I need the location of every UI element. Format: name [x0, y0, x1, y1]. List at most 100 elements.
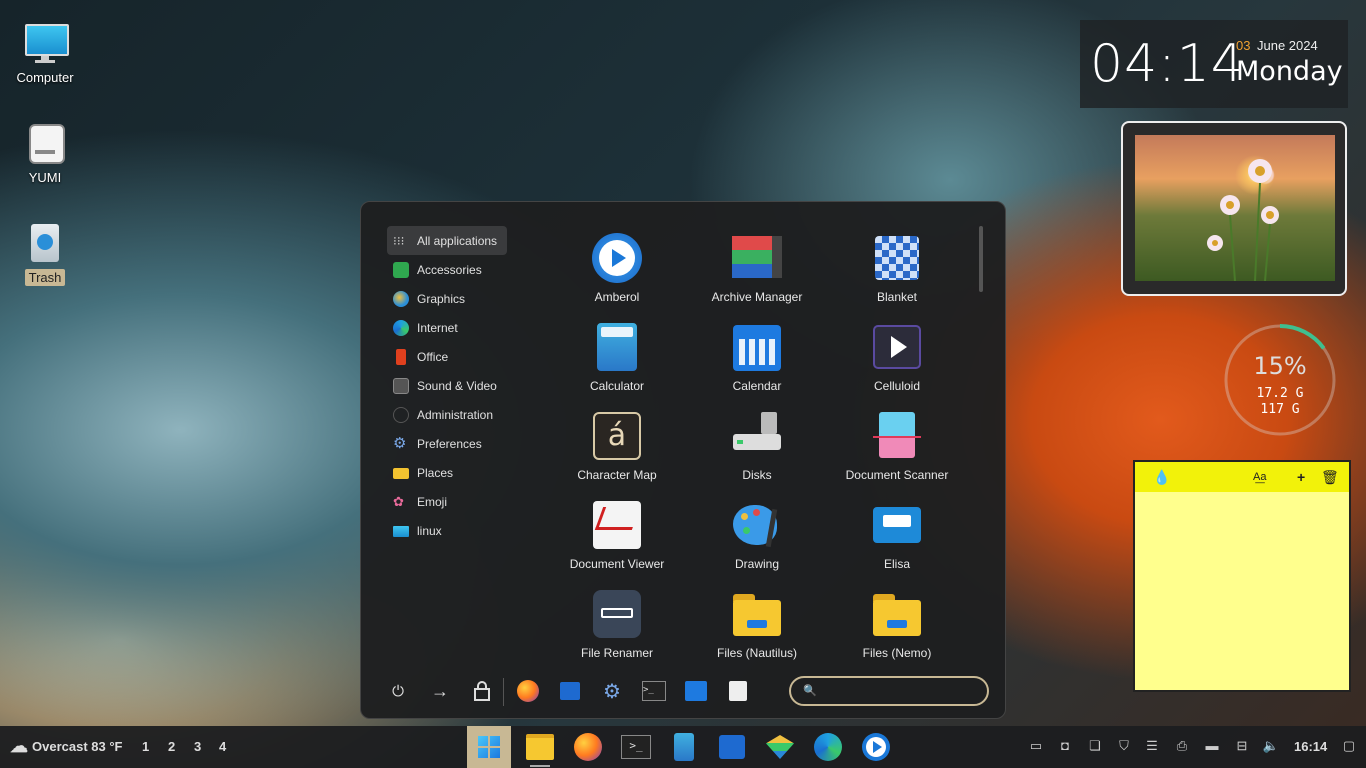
printer-icon[interactable]: ⎙ [1173, 738, 1191, 756]
app-elisa[interactable]: Elisa [827, 499, 967, 571]
taskbar-calculator[interactable] [662, 726, 706, 768]
color-drop-icon[interactable]: 💧 [1153, 469, 1170, 486]
app-drawing[interactable]: Drawing [687, 499, 827, 571]
network-icon[interactable]: ⊟ [1233, 738, 1251, 756]
volume-icon[interactable]: 🔈 [1262, 738, 1280, 756]
terminal-icon[interactable]: >_ [641, 678, 667, 704]
app-files-nemo[interactable]: Files (Nemo) [827, 588, 967, 660]
font-size-icon[interactable]: A͟a [1253, 471, 1266, 483]
disk-usage-gauge: 15% 17.2 G 117 G [1222, 322, 1338, 438]
app-file-renamer[interactable]: File Renamer [547, 588, 687, 660]
app-calendar[interactable]: Calendar [687, 321, 827, 393]
category-label: linux [417, 523, 442, 538]
app-label: Calendar [732, 379, 782, 393]
app-files-nautilus[interactable]: Files (Nautilus) [687, 588, 827, 660]
administration-icon [393, 406, 409, 423]
app-calculator[interactable]: Calculator [547, 321, 687, 393]
taskbar-edge[interactable] [806, 726, 850, 768]
sticky-note-body[interactable] [1135, 492, 1349, 690]
app-archive-manager[interactable]: Archive Manager [687, 232, 827, 304]
application-menu: ⁝⁝⁝ All applications Accessories Graphic… [360, 201, 1006, 719]
app-celluloid[interactable]: Celluloid [827, 321, 967, 393]
workspace-2[interactable]: 2 [168, 739, 175, 754]
category-all-applications[interactable]: ⁝⁝⁝ All applications [387, 226, 507, 255]
category-accessories[interactable]: Accessories [387, 255, 507, 284]
category-emoji[interactable]: ✿ Emoji [387, 487, 507, 516]
app-label: Files (Nautilus) [716, 646, 797, 660]
amberol-icon [591, 232, 643, 284]
app-document-scanner[interactable]: Document Scanner [827, 410, 967, 482]
taskbar-clock[interactable]: 16:14 [1294, 739, 1327, 754]
app-label: Archive Manager [711, 290, 803, 304]
app-label: Disks [742, 468, 772, 482]
taskbar-layers[interactable] [758, 726, 802, 768]
taskbar-files[interactable] [518, 726, 562, 768]
sticky-note[interactable]: 💧 A͟a + 🗑 [1133, 460, 1351, 692]
category-preferences[interactable]: ⚙ Preferences [387, 429, 507, 458]
clipboard-icon[interactable]: ❏ [1086, 738, 1104, 756]
app-blanket[interactable]: Blanket [827, 232, 967, 304]
show-desktop-icon[interactable]: ▢ [1340, 738, 1358, 756]
workspace-4[interactable]: 4 [219, 739, 226, 754]
elisa-icon [871, 499, 923, 551]
graphics-icon [393, 290, 409, 307]
taskbar-store[interactable] [710, 726, 754, 768]
taskbar: ☁ Overcast 83 °F 1 2 3 4 >_ ▭ ◘ ❏ ⛉ ☰ ⎙ … [0, 726, 1366, 768]
power-icon[interactable]: ⏻ [385, 678, 411, 704]
category-places[interactable]: Places [387, 458, 507, 487]
calendar-icon[interactable] [683, 678, 709, 704]
menu-bottom-bar: ⏻ → ⚙ >_ 🔍 [385, 676, 989, 710]
app-document-viewer[interactable]: Document Viewer [547, 499, 687, 571]
app-label: Blanket [876, 290, 918, 304]
store-icon[interactable] [557, 678, 583, 704]
desktop-icon-computer[interactable]: Computer [0, 22, 90, 85]
notes-icon[interactable]: ☰ [1143, 738, 1161, 756]
app-label: Character Map [577, 468, 657, 482]
menu-button[interactable] [467, 726, 511, 768]
category-linux[interactable]: linux [387, 516, 507, 545]
workspace-1[interactable]: 1 [142, 739, 149, 754]
category-internet[interactable]: Internet [387, 313, 507, 342]
taskbar-terminal[interactable]: >_ [614, 726, 658, 768]
battery-icon[interactable]: ▭ [1027, 738, 1045, 756]
taskbar-amberol[interactable] [854, 726, 898, 768]
notes-icon[interactable] [725, 678, 751, 704]
app-disks[interactable]: Disks [687, 410, 827, 482]
app-amberol[interactable]: Amberol [547, 232, 687, 304]
clock-month-year: June 2024 [1257, 38, 1318, 53]
category-label: Preferences [417, 436, 482, 451]
taskbar-firefox[interactable] [566, 726, 610, 768]
drive-icon[interactable]: ▬ [1203, 738, 1221, 756]
app-label: Elisa [883, 557, 910, 571]
delete-note-icon[interactable]: 🗑 [1321, 469, 1339, 486]
calculator-icon [674, 733, 694, 761]
settings-icon[interactable]: ⚙ [599, 678, 625, 704]
app-grid-scrollbar[interactable] [979, 226, 983, 292]
calculator-icon [591, 321, 643, 373]
app-search-box[interactable]: 🔍 [789, 676, 989, 706]
photo-frame-widget[interactable] [1121, 121, 1347, 296]
category-sound-video[interactable]: Sound & Video [387, 371, 507, 400]
logout-arrow-icon[interactable]: → [427, 678, 453, 704]
folder-icon [526, 734, 554, 760]
workspace-3[interactable]: 3 [194, 739, 201, 754]
shield-icon[interactable]: ⛉ [1115, 738, 1133, 756]
firefox-icon[interactable] [515, 678, 541, 704]
category-administration[interactable]: Administration [387, 400, 507, 429]
weather-applet[interactable]: ☁ Overcast 83 °F [10, 736, 122, 757]
app-search-input[interactable] [821, 681, 985, 703]
lock-icon[interactable] [469, 678, 495, 704]
add-note-icon[interactable]: + [1297, 469, 1305, 485]
app-character-map[interactable]: á Character Map [547, 410, 687, 482]
terminal-icon: >_ [621, 735, 651, 759]
weather-text: Overcast 83 °F [32, 739, 123, 754]
firefox-icon [574, 733, 602, 761]
category-office[interactable]: Office [387, 342, 507, 371]
category-graphics[interactable]: Graphics [387, 284, 507, 313]
screenshot-icon[interactable]: ◘ [1056, 738, 1074, 756]
disk-usage-ring [1224, 324, 1336, 436]
amberol-icon [862, 733, 890, 761]
desktop-icon-trash[interactable]: Trash [0, 222, 90, 286]
drive-icon [23, 122, 67, 166]
desktop-icon-yumi[interactable]: YUMI [0, 122, 90, 185]
